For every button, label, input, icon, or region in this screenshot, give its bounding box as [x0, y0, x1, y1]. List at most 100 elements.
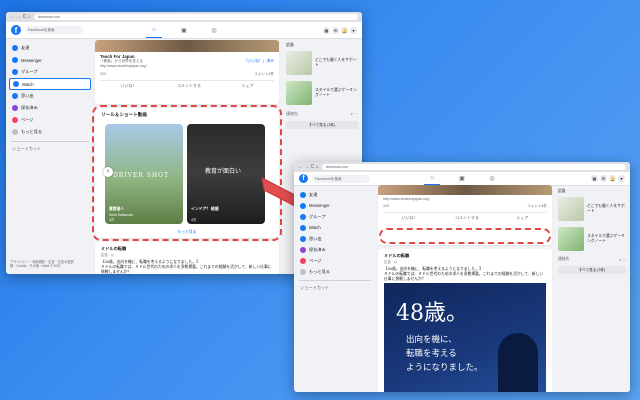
post-card-ad: ミドルの転職 広告 · ◎ 【40歳。出向を機に、転職を考えるようになりました。…: [95, 242, 279, 274]
comment-count[interactable]: コメント4件: [527, 204, 547, 209]
address-bar[interactable]: facebook.com: [33, 14, 358, 20]
post-photo: [378, 185, 552, 195]
ad-headline: 48歳。: [396, 301, 468, 326]
reel-views: 4万: [191, 218, 197, 222]
facebook-header: f Facebookを検索 ⌂ ▣ ◎ ▦ ✉ 🔔 ▾: [294, 172, 630, 186]
ad-line: ようになりました。: [406, 363, 483, 373]
sidebar-item-memories[interactable]: 思い出: [9, 90, 91, 102]
ad-item[interactable]: どこでも働く人をサポート: [558, 197, 626, 221]
messenger-icon[interactable]: ✉: [600, 175, 607, 182]
watch-icon: [13, 81, 19, 87]
left-sidebar: 友達 Messenger グループ Watch 思い出 保存済み ページ もっと…: [9, 42, 91, 152]
post-link[interactable]: http://www.teachforjapan.org/: [383, 197, 547, 201]
saved-icon: [300, 246, 306, 253]
reel-overlay-text: DRIVER SHOT: [113, 172, 170, 179]
sidebar-item-friends[interactable]: 友達: [297, 189, 373, 200]
reel-views: 4万: [109, 218, 115, 222]
account-icon[interactable]: ▾: [350, 26, 357, 34]
chevron-down-icon: [12, 129, 18, 135]
shortcuts-heading: ショートカット: [300, 285, 330, 290]
ad-item[interactable]: どこでも働く人をサポート: [286, 51, 358, 75]
friends-icon: [300, 191, 306, 198]
right-sidebar: 広告 どこでも働く人をサポート スタイルで選ぶゲーミングノート 連絡先 ⌕ ⋯ す…: [286, 42, 358, 129]
removed-reels-marker: [379, 228, 551, 244]
pages-icon: [12, 117, 18, 123]
menu-icon[interactable]: ▦: [323, 26, 330, 34]
reaction-count[interactable]: 123: [100, 72, 106, 77]
sidebar-item-saved[interactable]: 保存済み: [297, 244, 373, 255]
watch-icon: [300, 224, 306, 231]
sidebar-item-memories[interactable]: 思い出: [297, 233, 373, 244]
see-all-button[interactable]: すべて見る (3件): [286, 121, 358, 129]
sidebar-item-groups[interactable]: グループ: [9, 66, 91, 78]
ad-item[interactable]: スタイルで選ぶゲーミングノート: [286, 81, 358, 105]
sidebar-item-more[interactable]: もっと見る: [9, 126, 91, 138]
menu-icon[interactable]: ▦: [591, 175, 598, 182]
chevron-left-icon[interactable]: ‹: [103, 167, 113, 177]
groups-icon: [300, 213, 306, 220]
comment-button[interactable]: コメントする: [455, 215, 479, 221]
search-input[interactable]: Facebookを検索: [312, 174, 370, 183]
sidebar-item-watch[interactable]: Watch: [9, 78, 91, 90]
facebook-logo[interactable]: f: [11, 25, 21, 35]
sidebar-item-messenger[interactable]: Messenger: [9, 54, 91, 66]
sidebar-item-more[interactable]: もっと見る: [297, 266, 373, 277]
sidebar-item-pages[interactable]: ページ: [9, 114, 91, 126]
like-button[interactable]: いいね！: [402, 215, 418, 221]
facebook-logo[interactable]: f: [299, 174, 308, 183]
ad-image[interactable]: 48歳。 出向を機に、 転職を考える ようになりました。: [384, 283, 546, 392]
post-time: 広告 · ◎: [101, 253, 114, 257]
search-icon[interactable]: ⌕ ⋯: [619, 257, 626, 262]
sidebar-item-watch[interactable]: Watch: [297, 222, 373, 233]
memories-icon: [12, 93, 18, 99]
see-all-button[interactable]: すべて見る (3件): [558, 266, 626, 274]
see-more-link[interactable]: もっと見る: [95, 230, 279, 235]
memories-icon: [300, 235, 306, 242]
reel-overlay-text: 教育が面白い: [205, 169, 242, 175]
sidebar-item-friends[interactable]: 友達: [9, 42, 91, 54]
ads-heading: 広告: [286, 42, 294, 47]
shortcuts-heading: ショートカット: [12, 146, 42, 151]
share-button[interactable]: シェア: [516, 215, 528, 221]
ad-image: [558, 227, 584, 251]
address-bar[interactable]: facebook.com: [321, 164, 626, 170]
reel-clip[interactable]: DRIVER SHOT 賞賛者人 Keito Sakamoto 4万: [105, 124, 183, 224]
ad-image: [558, 197, 584, 221]
like-button[interactable]: いいね！: [120, 83, 136, 89]
tab-home[interactable]: ⌂: [424, 172, 440, 185]
post-card-tfj: Teach For Japan 「教室」から世界を変える http://www.…: [95, 40, 279, 104]
screenshot-collage: { "browser": { "url": "facebook.com", "n…: [0, 0, 640, 400]
browser-nav-icons[interactable]: ← → C ⌂: [10, 14, 31, 20]
browser-nav-icons[interactable]: ← → C ⌂: [298, 164, 319, 170]
search-icon[interactable]: ⌕ ⋯: [351, 111, 358, 117]
sidebar-item-messenger[interactable]: Messenger: [297, 200, 373, 211]
comment-button[interactable]: コメントする: [177, 83, 201, 89]
news-feed: http://www.teachforjapan.org/ 123 コメント4件…: [378, 185, 552, 392]
ad-item[interactable]: スタイルで選ぶゲーミングノート: [558, 227, 626, 251]
sidebar-item-saved[interactable]: 保存済み: [9, 102, 91, 114]
comment-count[interactable]: コメント4件: [254, 72, 274, 77]
post-link[interactable]: http://www.teachforjapan.org/: [100, 64, 274, 68]
notifications-icon[interactable]: 🔔: [341, 26, 348, 34]
post-body-2: ミドルの転職では、ミドル世代のための求人を多数掲載。これまでの経験を活かして、新…: [384, 272, 544, 281]
tab-watch[interactable]: ▣: [176, 22, 192, 38]
share-button[interactable]: シェア: [242, 83, 254, 89]
page-liked-button[interactable]: 「いいね！」済み: [244, 59, 274, 64]
tab-groups[interactable]: ◎: [206, 22, 222, 38]
sidebar-item-pages[interactable]: ページ: [297, 255, 373, 266]
footer-links: プライバシー・利用規約・広告・広告の選択肢・Cookie・その他・Meta © …: [10, 259, 74, 268]
reel-caption: インドア？ 結婚: [191, 207, 219, 211]
tab-home[interactable]: ⌂: [146, 22, 162, 38]
notifications-icon[interactable]: 🔔: [609, 175, 616, 182]
reel-caption: 賞賛者人: [109, 207, 125, 211]
reel-clip[interactable]: 教育が面白い インドア？ 結婚 4万: [187, 124, 265, 224]
tab-groups[interactable]: ◎: [484, 172, 500, 185]
sidebar-item-groups[interactable]: グループ: [297, 211, 373, 222]
search-input[interactable]: Facebookを検索: [25, 26, 83, 34]
ad-image: [286, 81, 312, 105]
ad-line: 出向を機に、: [406, 335, 457, 345]
messenger-icon[interactable]: ✉: [332, 26, 339, 34]
reaction-count[interactable]: 123: [383, 204, 389, 209]
account-icon[interactable]: ▾: [618, 175, 625, 182]
tab-watch[interactable]: ▣: [454, 172, 470, 185]
